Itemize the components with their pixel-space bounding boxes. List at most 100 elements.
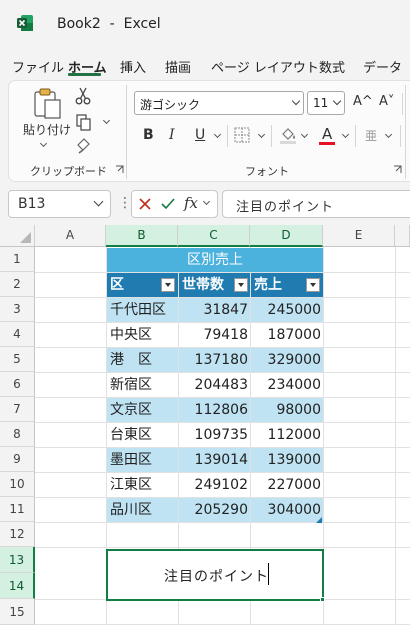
- table-cell-ward[interactable]: 新宿区: [107, 373, 178, 397]
- table-cell-sales[interactable]: 112000: [251, 423, 323, 447]
- column-header-b[interactable]: B: [106, 225, 178, 247]
- fill-color-dropdown-chevron-icon[interactable]: [300, 130, 309, 139]
- dialog-launcher-icon[interactable]: [115, 165, 124, 174]
- font-name-dropdown[interactable]: 游ゴシック: [134, 91, 304, 115]
- borders-dropdown-chevron-icon[interactable]: [257, 130, 266, 139]
- tab-page-layout[interactable]: ページ レイアウト: [211, 57, 319, 76]
- row-header[interactable]: 4: [0, 322, 35, 347]
- more-options-icon[interactable]: ⋮: [118, 195, 132, 211]
- tab-draw[interactable]: 描画: [165, 57, 191, 76]
- chevron-down-icon[interactable]: [202, 197, 211, 206]
- column-header-d[interactable]: D: [250, 225, 323, 247]
- table-cell-sales[interactable]: 187000: [251, 323, 323, 347]
- shrink-font-button[interactable]: A˅: [379, 94, 394, 109]
- row-header[interactable]: 8: [0, 422, 35, 447]
- filter-dropdown-icon[interactable]: [234, 278, 248, 292]
- table-cell-ward[interactable]: 港 区: [107, 348, 178, 372]
- row-header[interactable]: 7: [0, 397, 35, 422]
- table-cell-households[interactable]: 249102: [179, 473, 250, 497]
- formula-input[interactable]: 注目のポイント: [222, 190, 410, 218]
- insert-function-button[interactable]: fx: [184, 194, 198, 212]
- window-title: Book2 - Excel: [57, 16, 161, 32]
- row-header[interactable]: 5: [0, 347, 35, 372]
- dialog-launcher-icon[interactable]: [393, 165, 402, 174]
- table-cell-ward[interactable]: 文京区: [107, 398, 178, 422]
- table-cell-households[interactable]: 79418: [179, 323, 250, 347]
- row-header[interactable]: 15: [0, 599, 35, 625]
- copy-dropdown-chevron-icon[interactable]: [102, 116, 111, 125]
- underline-dropdown-chevron-icon[interactable]: [213, 130, 222, 139]
- font-color-dropdown-chevron-icon[interactable]: [341, 130, 350, 139]
- enter-checkmark-icon[interactable]: [160, 196, 176, 212]
- ribbon-panel: 貼り付け クリップボード 游ゴシック 11 A^ A˅ B I U A 亜 フォ…: [8, 80, 410, 182]
- paste-icon[interactable]: [32, 87, 64, 121]
- table-resize-handle-icon[interactable]: [316, 517, 322, 523]
- filter-dropdown-icon[interactable]: [161, 278, 175, 292]
- table-cell-ward[interactable]: 中央区: [107, 323, 178, 347]
- paste-dropdown-chevron-icon[interactable]: [39, 139, 48, 148]
- row-header[interactable]: 10: [0, 472, 35, 497]
- underline-button[interactable]: U: [195, 127, 205, 143]
- table-cell-households[interactable]: 139014: [179, 448, 250, 472]
- table-title[interactable]: 区別売上: [107, 248, 323, 272]
- italic-button[interactable]: I: [169, 127, 175, 143]
- borders-icon[interactable]: [234, 127, 250, 143]
- table-cell-sales[interactable]: 234000: [251, 373, 323, 397]
- name-box[interactable]: B13: [8, 190, 111, 218]
- font-size-dropdown[interactable]: 11: [307, 91, 345, 115]
- table-header-ward[interactable]: 区: [107, 273, 178, 297]
- row-header-selected[interactable]: 14: [0, 573, 35, 599]
- row-header[interactable]: 6: [0, 372, 35, 397]
- tab-data[interactable]: データ: [363, 57, 402, 76]
- fill-handle[interactable]: [320, 597, 325, 602]
- row-header[interactable]: 3: [0, 297, 35, 322]
- tab-file[interactable]: ファイル: [12, 57, 64, 76]
- select-all-corner[interactable]: [0, 225, 35, 247]
- font-color-button[interactable]: A: [322, 125, 332, 143]
- table-cell-sales[interactable]: 245000: [251, 298, 323, 322]
- cut-icon[interactable]: [75, 87, 91, 105]
- font-size-value: 11: [313, 96, 329, 110]
- table-cell-households[interactable]: 204483: [179, 373, 250, 397]
- table-cell-sales[interactable]: 227000: [251, 473, 323, 497]
- format-painter-icon[interactable]: [75, 136, 93, 154]
- table-cell-ward[interactable]: 品川区: [107, 498, 178, 522]
- table-cell-ward[interactable]: 墨田区: [107, 448, 178, 472]
- table-cell-ward[interactable]: 江東区: [107, 473, 178, 497]
- fill-color-icon[interactable]: [279, 125, 297, 145]
- row-header[interactable]: 1: [0, 247, 35, 272]
- row-header[interactable]: 12: [0, 522, 35, 547]
- table-cell-households[interactable]: 137180: [179, 348, 250, 372]
- column-header-e[interactable]: E: [323, 225, 395, 247]
- table-cell-sales[interactable]: 98000: [251, 398, 323, 422]
- filter-dropdown-icon[interactable]: [306, 278, 320, 292]
- row-header-selected[interactable]: 13: [0, 547, 35, 573]
- phonetic-guide-button[interactable]: 亜: [365, 127, 377, 144]
- phonetic-dropdown-chevron-icon[interactable]: [384, 130, 393, 139]
- row-header[interactable]: 2: [0, 272, 35, 297]
- table-header-households[interactable]: 世帯数: [179, 273, 250, 297]
- column-header-a[interactable]: A: [35, 225, 106, 247]
- table-cell-ward[interactable]: 千代田区: [107, 298, 178, 322]
- paste-button-label[interactable]: 貼り付け: [23, 121, 71, 138]
- row-header[interactable]: 9: [0, 447, 35, 472]
- table-cell-sales[interactable]: 304000: [251, 498, 323, 522]
- table-cell-households[interactable]: 112806: [179, 398, 250, 422]
- tab-formulas[interactable]: 数式: [319, 57, 345, 76]
- table-cell-ward[interactable]: 台東区: [107, 423, 178, 447]
- tab-insert[interactable]: 挿入: [120, 57, 146, 76]
- column-header-f[interactable]: [395, 225, 410, 247]
- active-cell-b13[interactable]: 注目のポイント: [106, 549, 324, 601]
- copy-icon[interactable]: [75, 113, 93, 131]
- bold-button[interactable]: B: [143, 127, 154, 143]
- cancel-icon[interactable]: [138, 197, 152, 211]
- table-cell-households[interactable]: 109735: [179, 423, 250, 447]
- table-cell-sales[interactable]: 329000: [251, 348, 323, 372]
- table-cell-households[interactable]: 31847: [179, 298, 250, 322]
- grow-font-button[interactable]: A^: [353, 94, 373, 109]
- row-header[interactable]: 11: [0, 497, 35, 522]
- column-header-c[interactable]: C: [178, 225, 250, 247]
- table-cell-sales[interactable]: 139000: [251, 448, 323, 472]
- table-header-sales[interactable]: 売上: [251, 273, 323, 297]
- table-cell-households[interactable]: 205290: [179, 498, 250, 522]
